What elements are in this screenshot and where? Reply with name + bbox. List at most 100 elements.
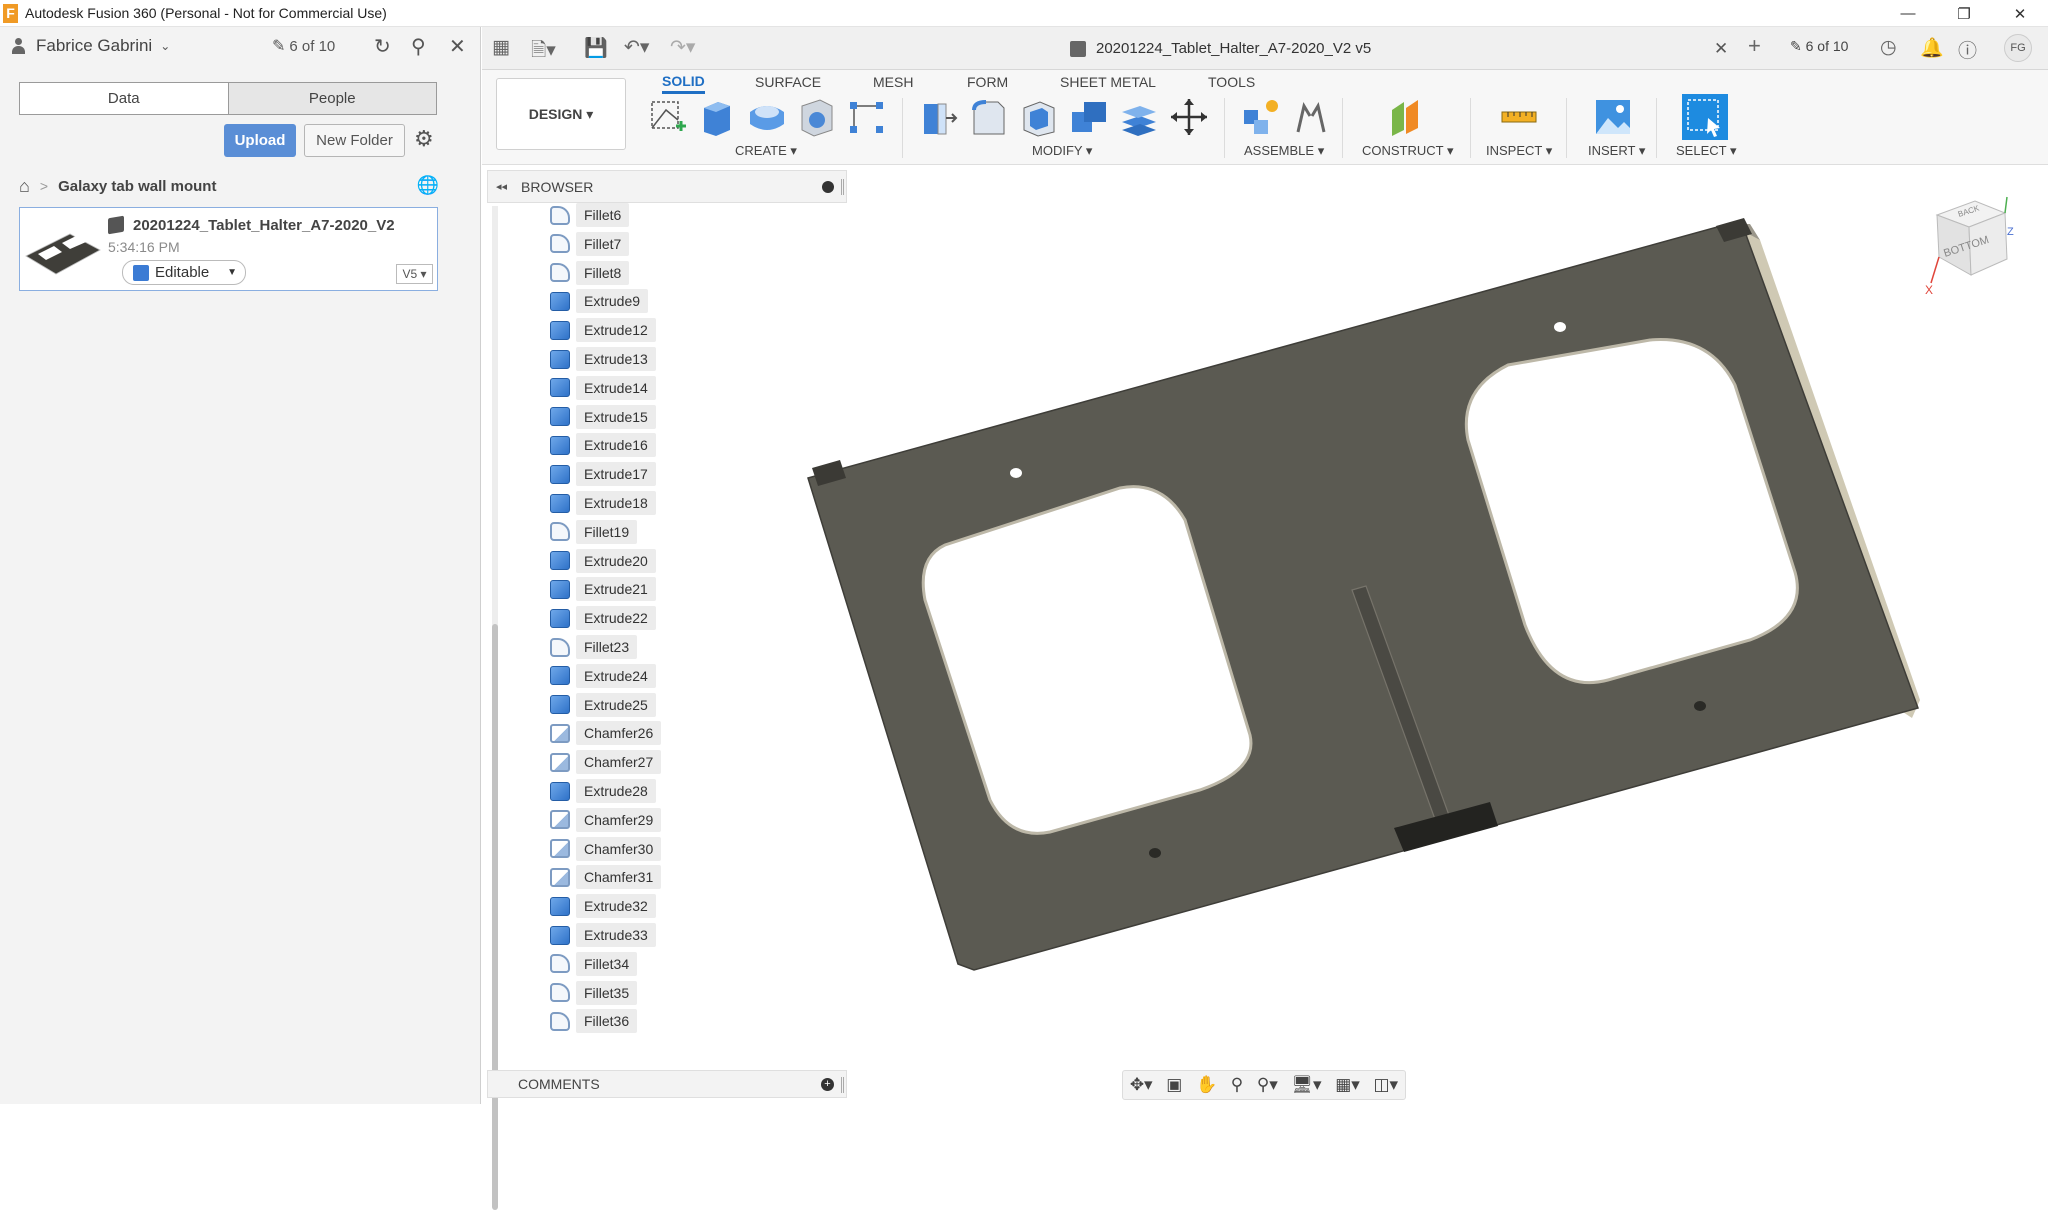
collapse-browser-icon[interactable]: ◂◂	[496, 180, 507, 193]
editable-status-dropdown[interactable]: Editable ▼	[122, 260, 246, 285]
fillet-icon[interactable]	[968, 96, 1010, 138]
new-component-icon[interactable]	[1240, 96, 1282, 138]
file-name[interactable]: 20201224_Tablet_Halter_A7-2020_V2	[133, 217, 395, 234]
select-icon[interactable]	[1682, 94, 1728, 140]
feature-extrude20[interactable]: Extrude20	[550, 548, 656, 574]
inspect-group-label[interactable]: INSPECT ▾	[1486, 143, 1552, 159]
feature-chamfer27[interactable]: Chamfer27	[550, 749, 662, 775]
feature-extrude14[interactable]: Extrude14	[550, 375, 656, 401]
user-menu-chevron-icon[interactable]: ⌄	[160, 39, 170, 53]
look-at-icon[interactable]: ▣	[1166, 1075, 1182, 1095]
feature-fillet8[interactable]: Fillet8	[550, 260, 630, 286]
construct-group-label[interactable]: CONSTRUCT ▾	[1362, 143, 1454, 159]
refresh-icon[interactable]: ↻	[374, 34, 391, 59]
extrude-icon[interactable]	[696, 96, 738, 138]
user-name[interactable]: Fabrice Gabrini	[36, 36, 152, 56]
version-dropdown[interactable]: V5 ▾	[396, 264, 433, 284]
select-group-label[interactable]: SELECT ▾	[1676, 143, 1736, 159]
assemble-group-label[interactable]: ASSEMBLE ▾	[1244, 143, 1324, 159]
search-icon[interactable]: ⚲	[411, 34, 426, 59]
feature-extrude22[interactable]: Extrude22	[550, 605, 656, 631]
feature-extrude12[interactable]: Extrude12	[550, 317, 656, 343]
feature-extrude32[interactable]: Extrude32	[550, 893, 656, 919]
feature-extrude13[interactable]: Extrude13	[550, 346, 656, 372]
avatar[interactable]: FG	[2004, 34, 2032, 62]
clock-icon[interactable]: ◷	[1880, 36, 1897, 59]
tab-data[interactable]: Data	[20, 83, 228, 114]
pattern-icon[interactable]	[846, 96, 888, 138]
offset-plane-icon[interactable]	[1386, 96, 1428, 138]
create-group-label[interactable]: CREATE ▾	[735, 143, 797, 159]
tab-people[interactable]: People	[227, 83, 436, 114]
gear-icon[interactable]: ⚙	[414, 126, 434, 152]
offset-face-icon[interactable]	[1118, 96, 1160, 138]
document-tab[interactable]: 20201224_Tablet_Halter_A7-2020_V2 v5 ✕	[482, 31, 1728, 70]
feature-chamfer29[interactable]: Chamfer29	[550, 807, 662, 833]
globe-icon[interactable]: 🌐	[417, 175, 439, 196]
file-card[interactable]: 20201224_Tablet_Halter_A7-2020_V2 5:34:1…	[19, 207, 438, 291]
insert-group-label[interactable]: INSERT ▾	[1588, 143, 1645, 159]
3d-viewport[interactable]	[760, 165, 2048, 1104]
view-cube[interactable]: BACK BOTTOM Z X	[1925, 195, 2015, 295]
jobs-status[interactable]: ✎ 6 of 10	[1790, 38, 1848, 55]
close-window-button[interactable]: ✕	[1992, 0, 2048, 27]
measure-icon[interactable]	[1498, 96, 1540, 138]
hole-icon[interactable]	[796, 96, 838, 138]
help-icon[interactable]: ⓘ	[1958, 36, 1977, 63]
feature-extrude16[interactable]: Extrude16	[550, 432, 656, 458]
workspace-switcher-button[interactable]: DESIGN ▾	[496, 78, 626, 150]
close-panel-icon[interactable]: ✕	[449, 34, 466, 59]
orbit-icon[interactable]: ✥▾	[1130, 1075, 1153, 1095]
feature-extrude33[interactable]: Extrude33	[550, 922, 656, 948]
new-folder-button[interactable]: New Folder	[304, 124, 405, 157]
upload-button[interactable]: Upload	[224, 124, 296, 157]
minimize-button[interactable]: —	[1880, 0, 1936, 27]
close-tab-icon[interactable]: ✕	[1714, 39, 1728, 59]
feature-fillet23[interactable]: Fillet23	[550, 634, 638, 660]
feature-extrude17[interactable]: Extrude17	[550, 461, 656, 487]
zoom-icon[interactable]: ⚲	[1231, 1075, 1243, 1095]
breadcrumb-project[interactable]: Galaxy tab wall mount	[58, 178, 216, 195]
create-sketch-icon[interactable]	[646, 96, 688, 138]
grid-settings-icon[interactable]: ▦▾	[1335, 1075, 1360, 1095]
feature-extrude9[interactable]: Extrude9	[550, 288, 649, 314]
tab-tools[interactable]: TOOLS	[1208, 70, 1255, 94]
insert-image-icon[interactable]	[1592, 96, 1634, 138]
pan-icon[interactable]: ✋	[1196, 1075, 1217, 1095]
tab-solid[interactable]: SOLID	[662, 70, 705, 94]
feature-fillet34[interactable]: Fillet34	[550, 951, 638, 977]
feature-extrude18[interactable]: Extrude18	[550, 490, 656, 516]
jobs-counter[interactable]: ✎ 6 of 10	[272, 36, 335, 56]
fit-icon[interactable]: ⚲▾	[1257, 1075, 1278, 1095]
browser-scrollbar[interactable]	[492, 206, 498, 1210]
feature-fillet6[interactable]: Fillet6	[550, 202, 630, 228]
feature-extrude21[interactable]: Extrude21	[550, 576, 656, 602]
revolve-icon[interactable]	[746, 96, 788, 138]
feature-fillet19[interactable]: Fillet19	[550, 519, 638, 545]
new-tab-icon[interactable]: +	[1748, 33, 1761, 59]
bell-icon[interactable]: 🔔	[1920, 36, 1944, 60]
combine-icon[interactable]	[1068, 96, 1110, 138]
press-pull-icon[interactable]	[918, 96, 960, 138]
feature-chamfer26[interactable]: Chamfer26	[550, 720, 662, 746]
home-icon[interactable]: ⌂	[19, 176, 30, 197]
tab-surface[interactable]: SURFACE	[755, 70, 821, 94]
feature-fillet36[interactable]: Fillet36	[550, 1008, 638, 1034]
restore-button[interactable]: ❐	[1936, 0, 1992, 27]
move-copy-icon[interactable]	[1168, 96, 1210, 138]
feature-extrude24[interactable]: Extrude24	[550, 663, 656, 689]
feature-extrude28[interactable]: Extrude28	[550, 778, 656, 804]
feature-chamfer31[interactable]: Chamfer31	[550, 864, 662, 890]
feature-fillet35[interactable]: Fillet35	[550, 980, 638, 1006]
feature-extrude25[interactable]: Extrude25	[550, 692, 656, 718]
shell-icon[interactable]	[1018, 96, 1060, 138]
feature-fillet7[interactable]: Fillet7	[550, 231, 630, 257]
viewports-icon[interactable]: ◫▾	[1373, 1075, 1398, 1095]
tab-mesh[interactable]: MESH	[873, 70, 913, 94]
scrollbar-thumb[interactable]	[492, 624, 498, 1210]
joint-icon[interactable]	[1290, 96, 1332, 138]
tab-form[interactable]: FORM	[967, 70, 1008, 94]
feature-extrude15[interactable]: Extrude15	[550, 404, 656, 430]
modify-group-label[interactable]: MODIFY ▾	[1032, 143, 1092, 159]
feature-chamfer30[interactable]: Chamfer30	[550, 836, 662, 862]
